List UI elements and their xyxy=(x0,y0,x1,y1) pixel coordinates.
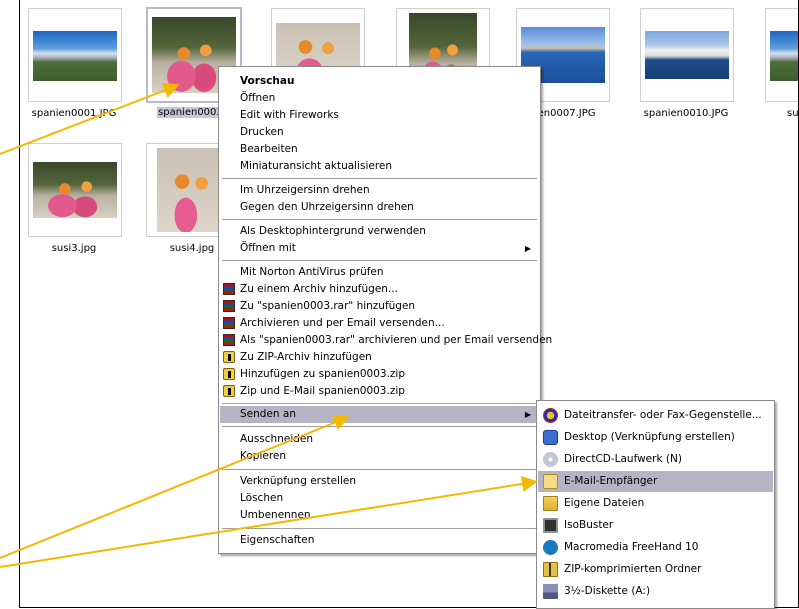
mountain-photo xyxy=(770,31,798,81)
menu-item-refresh-thumbnail[interactable]: Miniaturansicht aktualisieren xyxy=(220,158,539,175)
menu-item-set-wallpaper[interactable]: Als Desktophintergrund verwenden xyxy=(220,223,539,240)
winrar-icon xyxy=(223,317,235,329)
menu-item-edit[interactable]: Bearbeiten xyxy=(220,141,539,158)
menu-item-send-to[interactable]: Senden an ▶ xyxy=(220,406,539,423)
menu-separator xyxy=(222,260,537,261)
isobuster-icon xyxy=(543,518,558,533)
thumbnail-caption: su xyxy=(787,108,799,119)
menu-item-print[interactable]: Drucken xyxy=(220,124,539,141)
menu-separator xyxy=(222,426,537,427)
menu-item-open-with[interactable]: Öffnen mit ▶ xyxy=(220,240,539,257)
context-menu: Vorschau Öffnen Edit with Fireworks Druc… xyxy=(218,66,552,554)
menu-item-rotate-cw[interactable]: Im Uhrzeigersinn drehen xyxy=(220,182,539,199)
winrar-icon xyxy=(223,334,235,346)
menu-item-archive-email[interactable]: Archivieren und per Email versenden... xyxy=(220,315,539,332)
send-to-zip-folder[interactable]: ZIP-komprimierten Ordner xyxy=(538,559,773,580)
cd-drive-icon xyxy=(543,452,558,467)
thumbnail-caption: susi4.jpg xyxy=(169,243,215,254)
freehand-icon xyxy=(543,540,558,555)
winzip-icon xyxy=(223,351,235,363)
send-to-my-documents[interactable]: Eigene Dateien xyxy=(538,493,773,514)
menu-item-add-zip[interactable]: Zu ZIP-Archiv hinzufügen xyxy=(220,349,539,366)
menu-separator xyxy=(222,219,537,220)
menu-item-add-archive[interactable]: Zu einem Archiv hinzufügen... xyxy=(220,281,539,298)
send-to-submenu: Dateitransfer- oder Fax-Gegenstelle... D… xyxy=(536,400,775,609)
winzip-icon xyxy=(223,385,235,397)
menu-item-preview[interactable]: Vorschau xyxy=(220,73,539,90)
send-to-directcd[interactable]: DirectCD-Laufwerk (N) xyxy=(538,449,773,470)
menu-item-add-rar[interactable]: Zu "spanien0003.rar" hinzufügen xyxy=(220,298,539,315)
send-to-isobuster[interactable]: IsoBuster xyxy=(538,515,773,536)
submenu-arrow-icon: ▶ xyxy=(524,410,531,419)
winrar-icon xyxy=(223,283,235,295)
village-photo xyxy=(645,31,729,79)
send-to-fax-transfer[interactable]: Dateitransfer- oder Fax-Gegenstelle... xyxy=(538,405,773,426)
desktop-icon xyxy=(543,430,558,445)
menu-item-rotate-ccw[interactable]: Gegen den Uhrzeigersinn drehen xyxy=(220,199,539,216)
send-to-freehand[interactable]: Macromedia FreeHand 10 xyxy=(538,537,773,558)
submenu-arrow-icon: ▶ xyxy=(524,244,531,253)
send-to-floppy[interactable]: 3½-Diskette (A:) xyxy=(538,581,773,602)
thumbnail-caption: susi3.jpg xyxy=(51,243,97,254)
menu-item-copy[interactable]: Kopieren xyxy=(220,448,539,465)
menu-item-rename[interactable]: Umbenennen xyxy=(220,507,539,524)
winzip-icon xyxy=(223,368,235,380)
send-to-mail-recipient[interactable]: E-Mail-Empfänger xyxy=(538,471,773,492)
menu-separator xyxy=(222,469,537,470)
menu-item-rar-email[interactable]: Als "spanien0003.rar" archivieren und pe… xyxy=(220,332,552,349)
picnic-photo xyxy=(33,162,117,218)
thumbnail-caption: spanien0010.JPG xyxy=(643,108,729,119)
menu-item-zip-email[interactable]: Zip und E-Mail spanien0003.zip xyxy=(220,383,539,400)
menu-separator xyxy=(222,178,537,179)
send-to-desktop[interactable]: Desktop (Verknüpfung erstellen) xyxy=(538,427,773,448)
thumbnail-caption: spanien0001.JPG xyxy=(31,108,117,119)
thumbnail-caption: spanien0003. xyxy=(157,107,227,118)
menu-separator xyxy=(222,528,537,529)
fax-transfer-icon xyxy=(543,408,558,423)
zip-folder-icon xyxy=(543,562,558,577)
menu-item-add-to-zip[interactable]: Hinzufügen zu spanien0003.zip xyxy=(220,366,539,383)
menu-item-create-shortcut[interactable]: Verknüpfung erstellen xyxy=(220,473,539,490)
menu-item-norton-scan[interactable]: Mit Norton AntiVirus prüfen xyxy=(220,264,539,281)
menu-item-edit-fireworks[interactable]: Edit with Fireworks xyxy=(220,107,539,124)
floppy-icon xyxy=(543,584,558,599)
menu-item-cut[interactable]: Ausschneiden xyxy=(220,431,539,448)
menu-item-properties[interactable]: Eigenschaften xyxy=(220,532,539,549)
winrar-icon xyxy=(223,300,235,312)
mountain-photo xyxy=(33,31,117,81)
menu-item-delete[interactable]: Löschen xyxy=(220,490,539,507)
menu-separator xyxy=(222,403,537,404)
menu-item-open[interactable]: Öffnen xyxy=(220,90,539,107)
my-documents-icon xyxy=(543,496,558,511)
mail-recipient-icon xyxy=(543,474,558,489)
